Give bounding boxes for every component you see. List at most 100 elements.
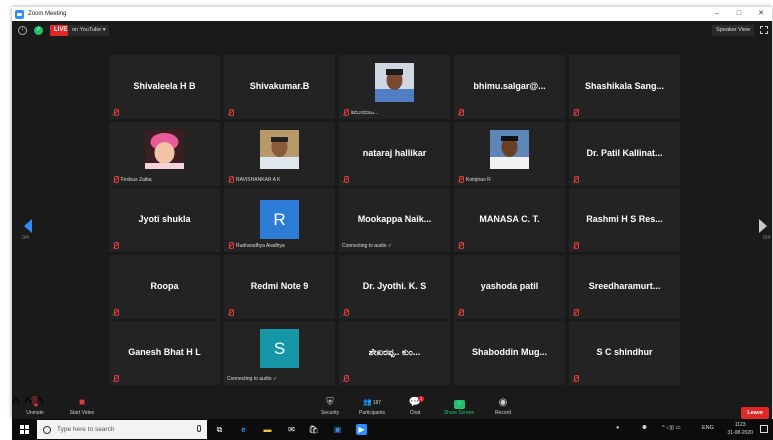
participants-count: 187	[372, 400, 382, 406]
system-clock[interactable]: 1123 31-08-2020	[727, 421, 753, 437]
share-screen-icon: ↑	[440, 397, 478, 409]
start-video-button[interactable]: ■ Start Video	[67, 397, 97, 416]
participant-tile[interactable]: Mookappa Naik... Connecting to audio ✓	[339, 188, 450, 252]
participant-name: Shivakumar.B	[249, 81, 310, 91]
close-button[interactable]: ✕	[750, 7, 772, 21]
participant-photo	[375, 63, 414, 102]
start-video-label: Start Video	[69, 410, 95, 416]
windows-start-icon[interactable]	[20, 425, 29, 434]
chat-button[interactable]: 💬 1 Chat	[407, 396, 425, 416]
user-avatar-icon[interactable]: ●	[616, 425, 619, 431]
taskbar-search-box[interactable]: Type here to search	[37, 420, 207, 439]
connecting-audio-label: Connecting to audio ✓	[227, 376, 278, 382]
encryption-shield-icon[interactable]: ✓	[34, 26, 43, 35]
participant-tile[interactable]: R Rudraradhya Aradhya	[224, 188, 335, 252]
participant-tile[interactable]: Roopa	[109, 255, 220, 319]
participant-tile[interactable]: ಶೇಖರಪ್ಪ.. ಕುಂ...	[339, 321, 450, 385]
zoom-logo-icon	[15, 9, 24, 19]
clock-time: 1123	[734, 422, 746, 428]
voice-search-icon[interactable]	[197, 425, 201, 432]
muted-mic-icon	[342, 375, 349, 382]
minimize-button[interactable]: –	[706, 7, 728, 21]
participant-tile[interactable]: Dr. Jyothi. K. S	[339, 255, 450, 319]
notification-icon[interactable]	[760, 425, 768, 433]
participant-tile[interactable]: Sreedharamurt...	[569, 255, 680, 319]
share-screen-button[interactable]: ↑ Share Screen	[440, 397, 478, 416]
task-view-icon[interactable]: ⧉	[214, 424, 225, 435]
participant-name: Mookappa Naik...	[357, 214, 432, 224]
participant-tile[interactable]: Firdous Zaiba	[109, 122, 220, 186]
app-icon[interactable]: ▣	[332, 424, 343, 435]
muted-mic-icon	[572, 375, 579, 382]
participant-tile[interactable]: bhimu.salgar@...	[454, 55, 565, 119]
participant-tile[interactable]: MANASA C. T.	[454, 188, 565, 252]
edge-browser-icon[interactable]: e	[238, 424, 249, 435]
previous-page-arrow-icon[interactable]	[24, 219, 32, 233]
participant-tile[interactable]: Shivaleela H B	[109, 55, 220, 119]
participant-tile[interactable]: Shashikala Sang...	[569, 55, 680, 119]
muted-mic-icon	[342, 309, 349, 316]
participant-tile[interactable]: Ganesh Bhat H L	[109, 321, 220, 385]
leave-button[interactable]: Leave	[741, 407, 769, 419]
participant-name: Shashikala Sang...	[584, 81, 665, 91]
chat-badge: 1	[418, 396, 425, 402]
zoom-taskbar-icon[interactable]: ▶	[356, 424, 367, 435]
maximize-button[interactable]: □	[728, 7, 750, 21]
unmute-label: Unmute	[26, 410, 44, 416]
people-icon[interactable]: ⚉	[642, 425, 647, 431]
muted-mic-icon	[572, 242, 579, 249]
participants-button[interactable]: 👥187 Participants	[355, 397, 389, 416]
clock-date: 31-08-2020	[727, 430, 753, 436]
muted-mic-icon	[572, 309, 579, 316]
connecting-audio-label: Connecting to audio ✓	[342, 243, 393, 249]
title-bar: Zoom Meeting – □ ✕	[12, 7, 772, 21]
tray-icons[interactable]: ^ ◁)) ▭	[662, 425, 681, 431]
participant-name: bhimu.salgar@...	[473, 81, 546, 91]
participant-tile[interactable]: Jyoti shukla	[109, 188, 220, 252]
participant-tile[interactable]: Dr. Patil Kallinat...	[569, 122, 680, 186]
mail-icon[interactable]: ✉	[286, 424, 297, 435]
participant-name: Dr. Jyothi. K. S	[362, 281, 427, 291]
participant-tile[interactable]: Shivakumar.B	[224, 55, 335, 119]
youtube-stream-dropdown[interactable]: on YouTube ▾	[68, 25, 110, 36]
meeting-toolbar: 🎙 Unmute ^ ■ Start Video ^ ⛨ Security 👥1…	[12, 395, 772, 419]
participant-name: Redmi Note 9	[250, 281, 309, 291]
store-icon[interactable]: 🛍	[308, 424, 319, 435]
meeting-info-icon[interactable]: i	[18, 26, 27, 35]
participant-tile[interactable]: Shaboddin Mug...	[454, 321, 565, 385]
shield-icon: ⛨	[326, 397, 334, 408]
audio-options-caret-icon[interactable]: ^	[12, 395, 20, 412]
participant-tile[interactable]: RAVISHANKAR A K	[224, 122, 335, 186]
security-button[interactable]: ⛨ Security	[318, 397, 342, 416]
muted-mic-icon	[112, 109, 119, 116]
fullscreen-icon[interactable]	[760, 26, 768, 34]
zoom-window: Zoom Meeting – □ ✕ i ✓ LIVE on YouTube ▾…	[12, 7, 772, 419]
participant-label: Firdous Zaiba	[121, 177, 152, 183]
muted-mic-icon	[112, 176, 119, 183]
participant-tile[interactable]: Redmi Note 9	[224, 255, 335, 319]
muted-mic-icon	[342, 176, 349, 183]
record-icon: ◉	[498, 397, 508, 408]
participant-name: S C shindhur	[596, 347, 653, 357]
participant-tile[interactable]: nataraj hallikar	[339, 122, 450, 186]
record-button[interactable]: ◉ Record	[492, 397, 514, 416]
next-page-arrow-icon[interactable]	[759, 219, 767, 233]
participant-tile[interactable]: Kotojirao R	[454, 122, 565, 186]
participant-label: Kotojirao R	[466, 177, 491, 183]
participant-tile[interactable]: yashoda patil	[454, 255, 565, 319]
participant-tile[interactable]: ಶಿವಬಸವರಾಜ...	[339, 55, 450, 119]
muted-mic-icon	[572, 176, 579, 183]
speaker-view-button[interactable]: Speaker View	[712, 25, 754, 36]
participant-label: RAVISHANKAR A K	[236, 177, 281, 183]
language-indicator[interactable]: ENG	[702, 425, 714, 431]
participant-tile[interactable]: S C shindhur	[569, 321, 680, 385]
window-title: Zoom Meeting	[28, 11, 67, 17]
muted-mic-icon	[342, 109, 349, 116]
participant-tile[interactable]: Rashmi H S Res...	[569, 188, 680, 252]
file-explorer-icon[interactable]: ▬	[262, 424, 273, 435]
participant-tile[interactable]: S Connecting to audio ✓	[224, 321, 335, 385]
page-indicator-left: 0/4	[22, 235, 29, 241]
unmute-button[interactable]: 🎙 Unmute	[24, 397, 46, 416]
participant-name: ಶೇಖರಪ್ಪ.. ಕುಂ...	[368, 347, 421, 357]
participant-name: Roopa	[150, 281, 179, 291]
